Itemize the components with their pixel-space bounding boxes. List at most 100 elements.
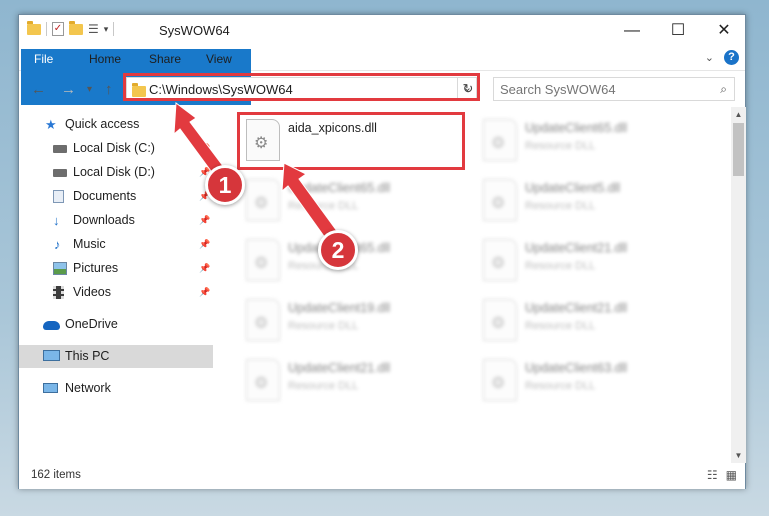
file-name: UpdateClient21.dll — [525, 241, 628, 255]
sidebar-item-label: Network — [65, 381, 111, 395]
file-type: Resource DLL — [288, 380, 359, 392]
computer-icon — [43, 350, 60, 361]
sidebar-item-label: Local Disk (C:) — [73, 141, 155, 155]
search-box[interactable]: ⌕ — [493, 77, 735, 101]
cloud-icon — [43, 321, 60, 330]
properties-icon[interactable]: ✓ — [52, 22, 64, 36]
large-icons-view-icon[interactable]: ▦ — [726, 468, 737, 482]
sidebar-item-label: Documents — [73, 189, 137, 203]
gear-icon: ⚙ — [491, 375, 506, 392]
pin-icon[interactable]: 📌 — [199, 233, 210, 256]
file-type: Resource DLL — [525, 320, 596, 332]
sidebar-item-label: Quick access — [65, 117, 140, 131]
sidebar-item-label: Videos — [73, 285, 111, 299]
sidebar-item-label: Pictures — [73, 261, 119, 275]
file-type: Resource DLL — [525, 380, 596, 392]
sidebar-item-music[interactable]: ♪ Music 📌 — [19, 233, 213, 256]
pin-icon[interactable]: 📌 — [199, 137, 210, 160]
scroll-down-icon[interactable]: ▼ — [731, 448, 746, 463]
minimize-button[interactable]: — — [609, 15, 655, 47]
file-item[interactable]: ⚙ UpdateClient65.dll Resource DLL — [477, 115, 707, 171]
sidebar-item-this-pc[interactable]: This PC — [19, 345, 213, 368]
toolbar-divider — [113, 22, 115, 36]
drive-icon — [53, 169, 67, 177]
ribbon-right-controls: ⌄ ? — [705, 50, 739, 65]
gear-icon: ⚙ — [491, 135, 506, 152]
sidebar-item-local-disk-d[interactable]: Local Disk (D:) 📌 — [19, 161, 213, 184]
file-item[interactable]: ⚙ UpdateClient65.dll Resource DLL — [240, 175, 470, 231]
file-highlight — [237, 112, 465, 170]
forward-arrow-icon[interactable]: → — [61, 81, 76, 98]
tab-view[interactable]: View — [194, 49, 244, 70]
gear-icon: ⚙ — [491, 315, 506, 332]
tab-share[interactable]: Share — [137, 49, 193, 70]
file-item[interactable]: ⚙ UpdateClient5.dll Resource DLL — [477, 175, 707, 231]
file-type: Resource DLL — [525, 140, 596, 152]
sidebar-item-network[interactable]: Network — [19, 377, 213, 400]
window-title: SysWOW64 — [159, 23, 230, 38]
recent-locations-chevron-icon[interactable]: ▾ — [87, 84, 92, 95]
drive-icon — [53, 145, 67, 153]
pictures-icon — [53, 262, 67, 275]
music-note-icon: ♪ — [54, 237, 61, 252]
sidebar-item-onedrive[interactable]: OneDrive — [19, 313, 213, 336]
sidebar-item-documents[interactable]: Documents 📌 — [19, 185, 213, 208]
sidebar-item-label: Music — [73, 237, 106, 251]
sidebar-item-label: OneDrive — [65, 317, 118, 331]
sidebar-item-pictures[interactable]: Pictures 📌 — [19, 257, 213, 280]
toolbar-divider — [46, 22, 47, 36]
sidebar-item-videos[interactable]: Videos 📌 — [19, 281, 213, 304]
back-arrow-icon[interactable]: ← — [31, 81, 46, 98]
download-arrow-icon: ↓ — [53, 213, 60, 228]
scroll-up-icon[interactable]: ▲ — [731, 107, 746, 122]
vertical-scrollbar[interactable]: ▲ ▼ — [731, 107, 746, 463]
help-icon[interactable]: ? — [724, 50, 739, 65]
title-bar: ✓ ☰ ▾ SysWOW64 — ☐ ✕ — [19, 15, 745, 47]
file-type: Resource DLL — [288, 200, 359, 212]
up-arrow-icon[interactable]: ↑ — [105, 81, 113, 98]
status-bar: 162 items ☷ ▦ — [19, 463, 745, 489]
file-name: UpdateClient21.dll — [288, 361, 391, 375]
search-icon: ⌕ — [720, 82, 727, 96]
close-button[interactable]: ✕ — [701, 15, 747, 47]
pin-icon[interactable]: 📌 — [199, 257, 210, 280]
pin-icon[interactable]: 📌 — [199, 209, 210, 232]
gear-icon: ⚙ — [254, 375, 269, 392]
ribbon-tabs: File Home Share View ⌄ ? — [19, 47, 745, 105]
address-bar-highlight — [123, 73, 480, 101]
expand-ribbon-icon[interactable]: ⌄ — [705, 51, 714, 64]
sidebar-item-label: This PC — [65, 349, 110, 363]
rename-icon[interactable]: ☰ — [88, 22, 99, 36]
step-2-badge: 2 — [318, 230, 358, 270]
file-item[interactable]: ⚙ UpdateClient63.dll Resource DLL — [477, 355, 707, 411]
file-type: Resource DLL — [288, 320, 359, 332]
file-name: UpdateClient5.dll — [525, 181, 621, 195]
view-toggle: ☷ ▦ — [707, 468, 737, 482]
file-item[interactable]: ⚙ UpdateClient19.dll Resource DLL — [240, 295, 470, 351]
search-input[interactable] — [494, 78, 694, 100]
new-folder-icon[interactable] — [69, 20, 83, 35]
file-item[interactable]: ⚙ UpdateClient21.dll Resource DLL — [477, 295, 707, 351]
network-icon — [43, 383, 58, 393]
gear-icon: ⚙ — [491, 255, 506, 272]
tab-home[interactable]: Home — [77, 49, 133, 70]
file-name: UpdateClient65.dll — [525, 121, 628, 135]
customize-toolbar-icon[interactable]: ▾ — [104, 24, 109, 35]
details-view-icon[interactable]: ☷ — [707, 468, 718, 482]
file-name: UpdateClient63.dll — [525, 361, 628, 375]
sidebar-item-label: Downloads — [73, 213, 135, 227]
file-item[interactable]: ⚙ UpdateClient21.dll Resource DLL — [240, 355, 470, 411]
film-icon — [53, 286, 64, 299]
scroll-thumb[interactable] — [733, 123, 744, 176]
pin-icon[interactable]: 📌 — [199, 281, 210, 304]
folder-icon[interactable] — [27, 20, 41, 35]
quick-access-toolbar: ✓ ☰ ▾ — [27, 20, 115, 36]
sidebar-item-local-disk-c[interactable]: Local Disk (C:) 📌 — [19, 137, 213, 160]
sidebar-item-downloads[interactable]: ↓ Downloads 📌 — [19, 209, 213, 232]
step-1-badge: 1 — [205, 165, 245, 205]
documents-icon — [53, 190, 64, 203]
sidebar-item-quick-access[interactable]: ★ Quick access — [19, 113, 213, 136]
file-type: Resource DLL — [525, 200, 596, 212]
maximize-button[interactable]: ☐ — [655, 15, 701, 47]
file-item[interactable]: ⚙ UpdateClient21.dll Resource DLL — [477, 235, 707, 291]
